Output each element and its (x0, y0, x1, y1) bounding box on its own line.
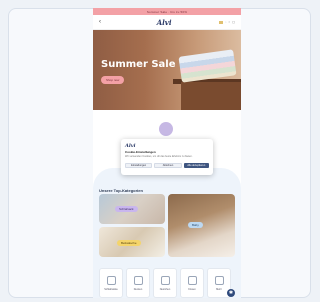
account-icon[interactable]: ◦ (225, 20, 226, 24)
decorative-blob (159, 122, 173, 136)
category-icon (160, 275, 170, 285)
category-icons-row: Schlafsäcke Decken Nestchen Kissen Mehr (99, 268, 235, 298)
category-icon (133, 275, 143, 285)
search-icon[interactable]: ○ (228, 20, 230, 24)
category-label: Decken (133, 287, 143, 291)
category-label: Mehr (216, 287, 222, 291)
category-label: Schlafsäcke (104, 287, 118, 291)
category-icon (106, 275, 116, 285)
cart-icon[interactable]: ▢ (232, 20, 235, 24)
nav-icons: ◦ ○ ▢ (219, 20, 235, 24)
hero-banner[interactable]: Summer Sale Shop now (93, 30, 241, 110)
cookie-title: Cookie-Einstellungen (125, 150, 156, 154)
hero-title: Summer Sale (101, 59, 176, 70)
category-icon (214, 275, 224, 285)
category-item[interactable]: Nestchen (153, 268, 177, 298)
mobile-page: Sommer Sale · bis zu 50% ‹ Alvi ◦ ○ ▢ Su… (93, 8, 241, 298)
tile-label[interactable]: Bettwäsche (117, 240, 141, 246)
hero-table (181, 82, 241, 110)
flag-icon[interactable] (219, 20, 224, 24)
category-tile[interactable]: Baby (168, 194, 235, 257)
category-item[interactable]: Schlafsäcke (99, 268, 123, 298)
chat-icon[interactable]: ✱ (227, 289, 235, 297)
section-title: Unsere Top-Kategorien (99, 188, 143, 193)
promo-text: Sommer Sale · bis zu 50% (146, 9, 188, 14)
cookie-decline-button[interactable]: Ablehnen (154, 163, 182, 168)
category-item[interactable]: Decken (126, 268, 150, 298)
category-tile[interactable]: Bettwäsche (99, 227, 165, 257)
cookie-logo: Alvi (125, 143, 136, 149)
hero-cta-button[interactable]: Shop now (101, 76, 125, 84)
menu-icon[interactable]: ‹ (99, 19, 109, 25)
category-label: Kissen (188, 287, 196, 291)
cookie-text: Wir verwenden Cookies, um dir das beste … (125, 155, 193, 158)
category-icon (187, 275, 197, 285)
tile-label[interactable]: Baby (188, 222, 203, 228)
category-item[interactable]: Kissen (180, 268, 204, 298)
tile-label[interactable]: Schlafsack (115, 206, 138, 212)
category-tile[interactable]: Schlafsack (99, 194, 165, 224)
logo[interactable]: Alvi (109, 18, 219, 27)
navbar: ‹ Alvi ◦ ○ ▢ (93, 15, 241, 30)
cookie-accept-button[interactable]: Alle akzeptieren (183, 163, 209, 168)
hero-towels (178, 49, 237, 83)
cookie-buttons: Einstellungen Ablehnen Alle akzeptieren (125, 163, 209, 168)
category-label: Nestchen (159, 287, 171, 291)
promo-bar: Sommer Sale · bis zu 50% (93, 8, 241, 15)
cookie-consent-dialog: Alvi Cookie-Einstellungen Wir verwenden … (121, 139, 213, 175)
cookie-settings-button[interactable]: Einstellungen (125, 163, 153, 168)
